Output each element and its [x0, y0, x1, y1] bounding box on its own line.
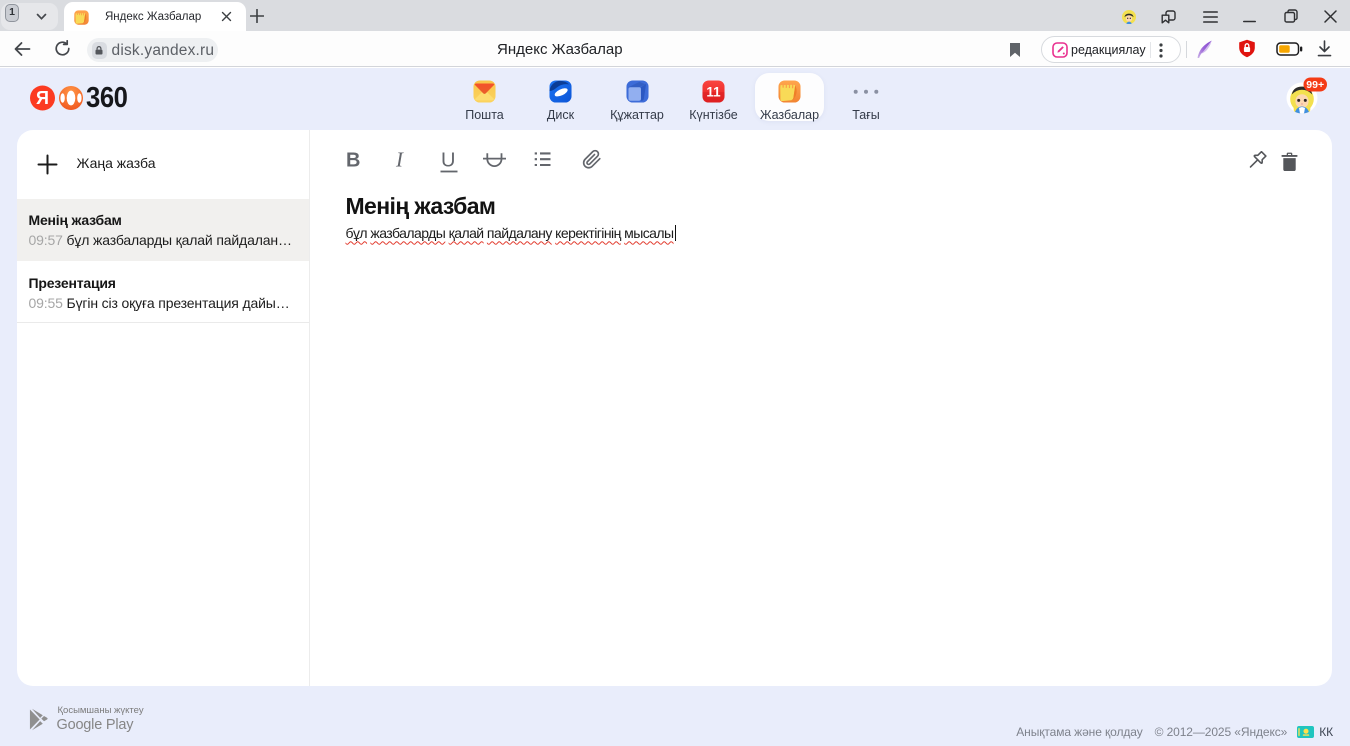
svg-text:99+: 99+: [1306, 79, 1324, 91]
svg-text:B: B: [346, 149, 360, 171]
svg-text:I: I: [395, 148, 404, 171]
svg-text:11: 11: [706, 84, 721, 99]
svg-text:Я: Я: [36, 88, 49, 108]
svg-text:U: U: [441, 149, 455, 171]
